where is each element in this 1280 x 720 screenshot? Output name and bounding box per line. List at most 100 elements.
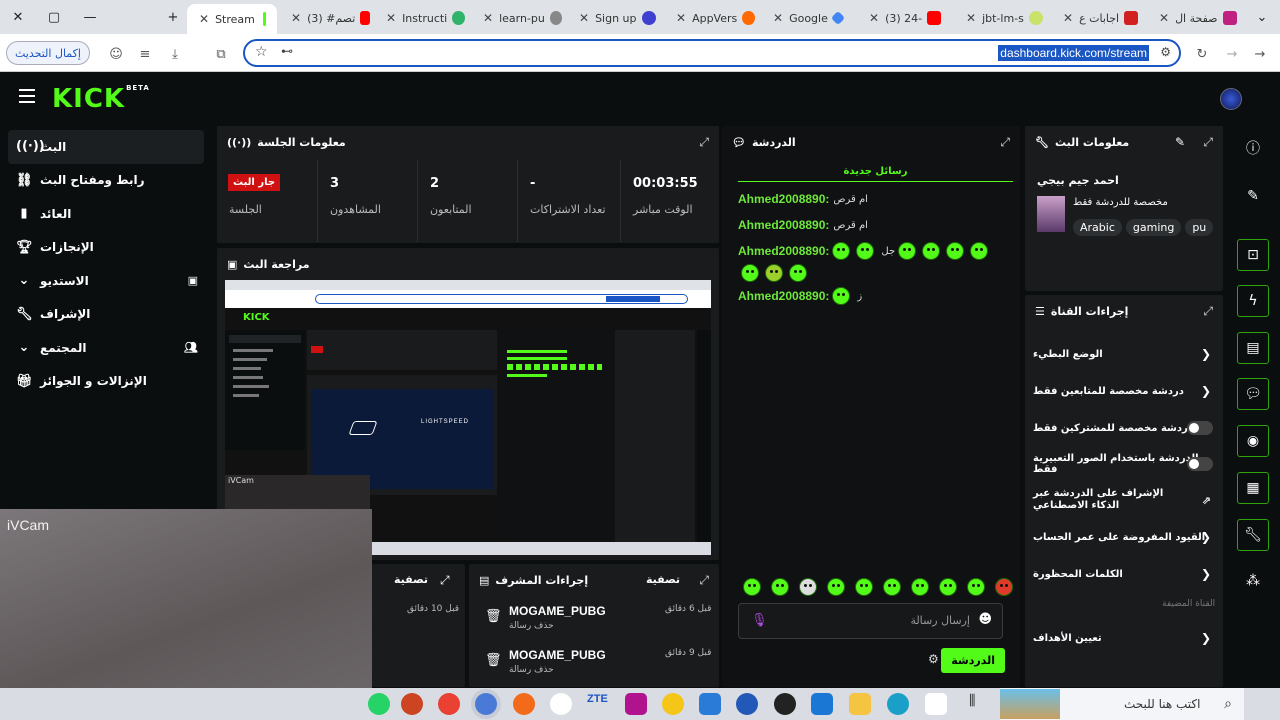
chrome-icon[interactable] xyxy=(438,693,460,715)
sidebar-item-revenue[interactable]: ▮ العائد xyxy=(8,197,204,231)
browser-tab[interactable]: ✕ learn-pu xyxy=(477,6,567,30)
browser-tab[interactable]: ✕ AppVers xyxy=(670,6,760,30)
notes-icon[interactable]: ▤ xyxy=(1237,332,1269,364)
microphone-icon[interactable]: 🎙︎ xyxy=(751,613,768,628)
wrench-icon[interactable]: 🔧︎ xyxy=(1237,519,1269,551)
taskbar-search-box[interactable]: اكتب هنا للبحث ⌕ xyxy=(1000,688,1244,720)
app-icon[interactable] xyxy=(699,693,721,715)
chat-message[interactable]: Ahmed2008890: ام قرص xyxy=(738,218,868,232)
download-icon[interactable]: ⤓ xyxy=(165,44,185,64)
sidebar-item-achievements[interactable]: 🏆︎ الإنجازات xyxy=(8,231,204,265)
expand-icon[interactable]: ⤢ xyxy=(699,573,709,588)
info-icon[interactable]: ⓘ xyxy=(1237,132,1269,164)
chat-settings-gear-icon[interactable]: ⚙ xyxy=(928,652,939,666)
preview-toggle-icon[interactable]: ⊡ xyxy=(1237,239,1269,271)
sidebar-item-stream-key[interactable]: ⛓ رابط ومفتاح البث xyxy=(8,164,204,198)
filter-button[interactable]: تصفية xyxy=(394,573,428,586)
expand-icon[interactable]: ⤢ xyxy=(699,135,709,150)
complete-update-button[interactable]: إكمال التحديث xyxy=(6,41,90,65)
back-icon[interactable]: → xyxy=(1250,44,1270,64)
action-account-age[interactable]: القيود المفروضة على عمر الحساب ❯ xyxy=(1033,527,1213,547)
chat-username[interactable]: Ahmed2008890: xyxy=(738,289,829,303)
zte-icon[interactable]: ZTE xyxy=(587,693,609,715)
emote-icon[interactable] xyxy=(995,578,1013,596)
broadcast-icon[interactable]: ◉ xyxy=(1237,425,1269,457)
tab-search-icon[interactable]: ⌄ xyxy=(1244,0,1280,34)
emote-icon[interactable] xyxy=(855,578,873,596)
reader-mode-icon[interactable]: ⊷ xyxy=(281,44,293,58)
trash-icon[interactable]: 🗑︎ xyxy=(485,653,502,668)
sidebar-item-studio[interactable]: ⌄ الاستديو ▣ xyxy=(8,264,204,298)
store-icon[interactable] xyxy=(925,693,947,715)
tag[interactable]: gaming xyxy=(1125,219,1182,236)
chat-message[interactable]: Ahmed2008890: جل xyxy=(738,242,1008,282)
ivcam-mini-window[interactable]: iVCam xyxy=(225,475,370,510)
action-banned-words[interactable]: الكلمات المحظورة ❯ xyxy=(1033,564,1213,584)
edit-pencil-icon[interactable]: ✎ xyxy=(1175,135,1185,149)
extensions-icon[interactable]: ⧉ xyxy=(211,44,231,64)
minimize-window-icon[interactable]: — xyxy=(72,0,108,34)
sidebar-item-drops[interactable]: 🎁︎ الإنزالات و الجوائز xyxy=(8,365,204,399)
bookmark-star-icon[interactable]: ☆ xyxy=(255,44,268,60)
emote-icon[interactable] xyxy=(911,578,929,596)
whatsapp-icon[interactable] xyxy=(368,693,390,715)
action-subscribers-only[interactable]: الدردشة مخصصة للمشتركين فقط xyxy=(1033,418,1213,438)
ivcam-overlay[interactable]: iVCam xyxy=(0,509,372,688)
task-view-icon[interactable]: ⫼ xyxy=(969,693,991,715)
edit-pencil-icon[interactable]: ✎ xyxy=(1237,180,1269,212)
expand-icon[interactable]: ⤢ xyxy=(1000,135,1010,150)
mail-icon[interactable] xyxy=(811,693,833,715)
browser-tab-stream[interactable]: ✕ Stream xyxy=(187,4,277,34)
app-icon[interactable] xyxy=(662,693,684,715)
browser-tab[interactable]: ✕ jbt-lm-s xyxy=(960,6,1050,30)
close-tab-icon[interactable]: ✕ xyxy=(199,12,209,26)
kick-logo[interactable]: KICKBETA xyxy=(52,84,150,114)
lightning-icon[interactable]: ϟ xyxy=(1237,285,1269,317)
sidebar-item-community[interactable]: ⌄ المجتمع 👥︎ xyxy=(8,331,204,365)
emote-icon[interactable] xyxy=(799,578,817,596)
action-slow-mode[interactable]: الوضع البطيء ❯ xyxy=(1033,344,1213,364)
browser-tab[interactable]: ✕ Sign up xyxy=(573,6,663,30)
emote-icon[interactable] xyxy=(743,578,761,596)
browser-tab[interactable]: ✕ Google xyxy=(767,6,857,30)
browser-tab[interactable]: ✕ (3) #تصم xyxy=(285,6,375,30)
category-thumbnail[interactable] xyxy=(1037,196,1065,232)
google-icon[interactable] xyxy=(550,693,572,715)
emote-icon[interactable] xyxy=(771,578,789,596)
action-ai-moderation[interactable]: الإشراف على الدردشة عبر الذكاء الاصطناعي… xyxy=(1033,488,1213,516)
browser-tab[interactable]: ✕ (3) 24- xyxy=(863,6,953,30)
url-text[interactable]: dashboard.kick.com/stream xyxy=(998,45,1149,61)
menu-hamburger-icon[interactable] xyxy=(19,89,35,103)
picsart-icon[interactable] xyxy=(625,693,647,715)
site-settings-icon[interactable]: ⚙ xyxy=(1160,45,1171,59)
browser-icon[interactable] xyxy=(513,693,535,715)
emotes-only-toggle[interactable] xyxy=(1187,457,1213,471)
chat-message[interactable]: Ahmed2008890: ز xyxy=(738,287,862,305)
tag[interactable]: pu xyxy=(1185,219,1214,236)
chat-message[interactable]: Ahmed2008890: ام قرص xyxy=(738,192,868,206)
user-avatar[interactable] xyxy=(1220,88,1242,110)
edge-icon[interactable] xyxy=(887,693,909,715)
playlist-icon[interactable]: ≡ xyxy=(135,44,155,64)
mod-queue-icon[interactable]: ▦ xyxy=(1237,472,1269,504)
send-chat-button[interactable]: الدردشة xyxy=(941,648,1005,673)
reload-icon[interactable]: ↻ xyxy=(1192,44,1212,64)
threads-icon[interactable] xyxy=(774,693,796,715)
chat-username[interactable]: Ahmed2008890: xyxy=(738,244,829,258)
expand-icon[interactable]: ⤢ xyxy=(440,573,450,588)
filter-button[interactable]: تصفية xyxy=(646,573,680,586)
tag[interactable]: Arabic xyxy=(1073,219,1122,236)
new-tab-button[interactable]: + xyxy=(155,0,191,34)
expand-icon[interactable]: ⤢ xyxy=(1203,135,1213,150)
file-explorer-icon[interactable] xyxy=(849,693,871,715)
chat-username[interactable]: Ahmed2008890: xyxy=(738,192,829,206)
subscribers-only-toggle[interactable] xyxy=(1187,421,1213,435)
emote-icon[interactable] xyxy=(939,578,957,596)
chrome-active-icon[interactable] xyxy=(475,693,497,715)
chat-username[interactable]: Ahmed2008890: xyxy=(738,218,829,232)
close-window-icon[interactable]: ✕ xyxy=(0,0,36,34)
browser-tab[interactable]: ✕ Instructi xyxy=(380,6,470,30)
sidebar-item-stream[interactable]: ((·)) البث xyxy=(8,130,204,164)
omnibox[interactable]: ☆ ⊷ dashboard.kick.com/stream ⚙ xyxy=(243,39,1181,67)
app-icon[interactable] xyxy=(736,693,758,715)
